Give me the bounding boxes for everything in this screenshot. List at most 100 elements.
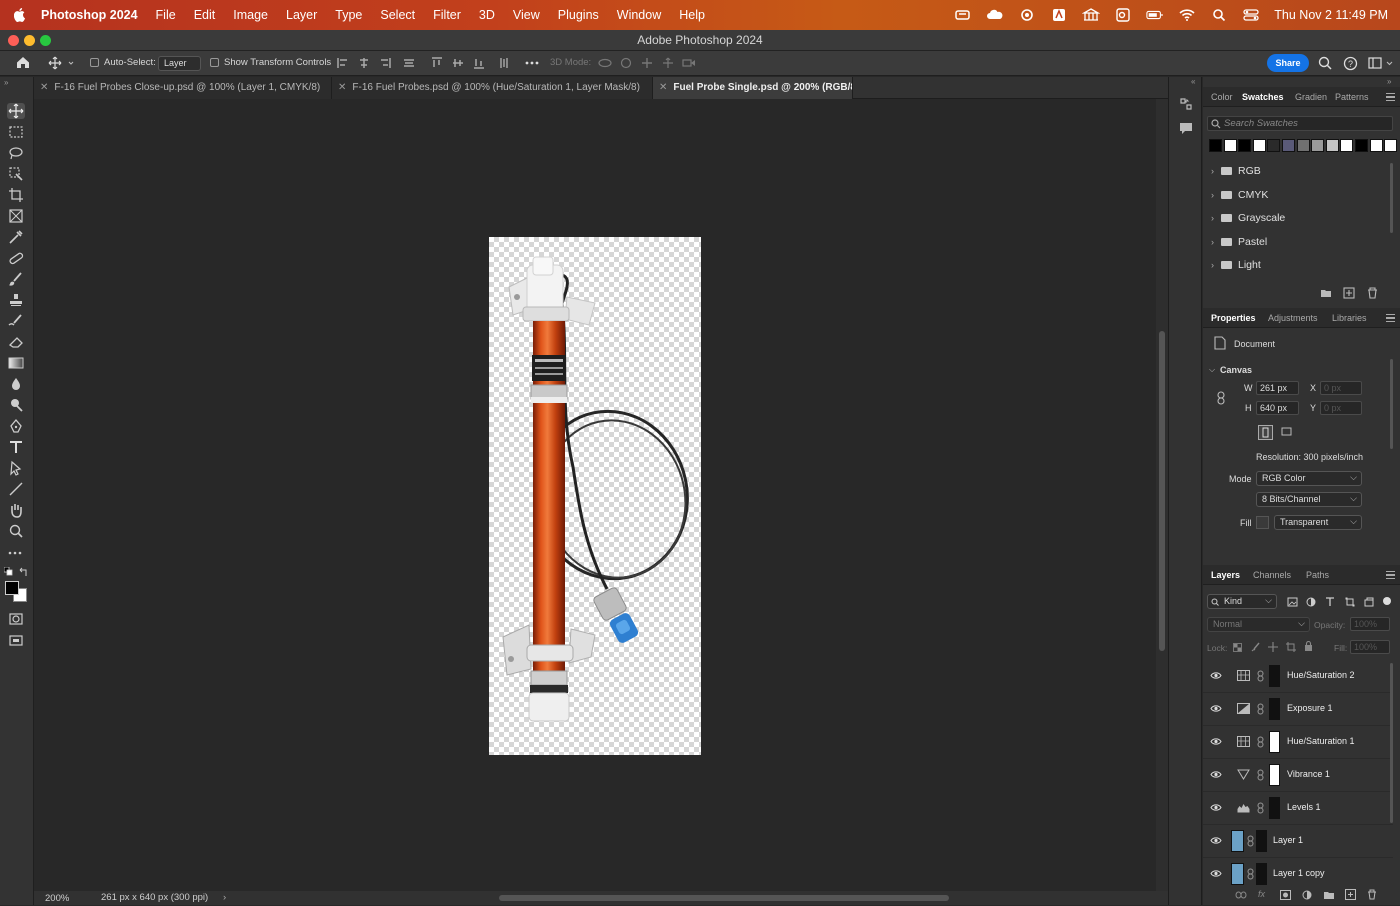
tab-color[interactable]: Color xyxy=(1211,87,1233,107)
collapse-toolbar-icon[interactable]: » xyxy=(4,78,8,87)
layer-thumbnail[interactable] xyxy=(1231,863,1244,885)
layer-name[interactable]: Layer 1 copy xyxy=(1273,868,1325,878)
close-tab-icon[interactable]: ✕ xyxy=(40,82,48,93)
canvas-y-input[interactable]: 0 px xyxy=(1320,401,1362,415)
align-top-icon[interactable] xyxy=(431,57,443,69)
history-panel-icon[interactable] xyxy=(1179,97,1193,111)
color-mode-dropdown[interactable]: RGB Color xyxy=(1256,471,1362,486)
swatch-folder-grayscale[interactable]: › Grayscale xyxy=(1203,207,1388,230)
fill-opacity-input[interactable]: 100% xyxy=(1350,640,1390,654)
layer-mask-thumbnail[interactable] xyxy=(1256,830,1267,852)
canvas-x-input[interactable]: 0 px xyxy=(1320,381,1362,395)
gradient-tool-icon[interactable] xyxy=(7,355,25,371)
new-layer-icon[interactable] xyxy=(1345,889,1356,900)
portrait-orientation-button[interactable] xyxy=(1258,425,1273,440)
fill-dropdown[interactable]: Transparent xyxy=(1274,515,1362,530)
menu-image[interactable]: Image xyxy=(224,8,277,22)
lock-position-icon[interactable] xyxy=(1268,642,1278,652)
layer-mask-thumbnail[interactable] xyxy=(1269,698,1280,720)
swatch-folder-rgb[interactable]: › RGB xyxy=(1203,160,1388,183)
screen-mode-icon[interactable] xyxy=(7,633,25,649)
layer-mask-thumbnail[interactable] xyxy=(1269,665,1280,687)
auto-select-checkbox[interactable] xyxy=(90,58,99,67)
lock-transparent-icon[interactable] xyxy=(1233,643,1242,652)
lock-artboard-icon[interactable] xyxy=(1286,642,1296,652)
3d-slide-icon[interactable] xyxy=(662,57,674,69)
swap-colors-icon[interactable] xyxy=(19,567,28,576)
menu-view[interactable]: View xyxy=(504,8,549,22)
blur-tool-icon[interactable] xyxy=(7,376,25,392)
collapse-panels-icon[interactable]: » xyxy=(1387,77,1391,86)
line-tool-icon[interactable] xyxy=(7,481,25,497)
layer-name[interactable]: Exposure 1 xyxy=(1287,703,1333,713)
auto-select-dropdown[interactable]: Layer xyxy=(158,56,201,71)
edit-toolbar-icon[interactable] xyxy=(7,545,25,561)
color-swatch[interactable] xyxy=(1340,139,1354,152)
filter-type-icon[interactable] xyxy=(1325,596,1335,607)
canvas-height-input[interactable]: 640 px xyxy=(1256,401,1299,415)
zoom-window-button[interactable] xyxy=(40,35,51,46)
color-swatch[interactable] xyxy=(1252,139,1266,152)
horizontal-scrollbar[interactable] xyxy=(499,895,949,901)
mask-link-icon[interactable] xyxy=(1257,703,1264,715)
align-bottom-icon[interactable] xyxy=(473,57,485,69)
menu-edit[interactable]: Edit xyxy=(185,8,225,22)
search-icon[interactable] xyxy=(1318,56,1332,70)
align-right-icon[interactable] xyxy=(379,57,391,69)
brush-tool-icon[interactable] xyxy=(7,271,25,287)
close-tab-icon[interactable]: ✕ xyxy=(338,82,346,93)
layer-row[interactable]: Layer 1 xyxy=(1203,825,1393,858)
layer-mask-thumbnail[interactable] xyxy=(1269,797,1280,819)
document-tab[interactable]: ✕ F-16 Fuel Probes Close-up.psd @ 100% (L… xyxy=(34,77,332,99)
cc-sync-icon[interactable] xyxy=(1018,8,1036,22)
more-options-icon[interactable] xyxy=(525,57,539,69)
adobe-acrobat-icon[interactable] xyxy=(1050,8,1068,22)
swatch-folder-cmyk[interactable]: › CMYK xyxy=(1203,184,1388,207)
quick-mask-icon[interactable] xyxy=(7,611,25,627)
swatch-folder-pastel[interactable]: › Pastel xyxy=(1203,231,1388,254)
layer-name[interactable]: Vibrance 1 xyxy=(1287,769,1330,779)
mask-link-icon[interactable] xyxy=(1247,835,1254,847)
mask-link-icon[interactable] xyxy=(1257,802,1264,814)
frame-tool-icon[interactable] xyxy=(7,208,25,224)
align-horizontal-center-icon[interactable] xyxy=(358,57,370,69)
tab-gradients[interactable]: Gradien xyxy=(1295,87,1327,107)
filter-adjustment-icon[interactable] xyxy=(1306,597,1316,607)
color-swatch[interactable] xyxy=(1282,139,1295,152)
delete-swatch-icon[interactable] xyxy=(1367,287,1378,299)
menu-type[interactable]: Type xyxy=(326,8,371,22)
tab-patterns[interactable]: Patterns xyxy=(1335,87,1369,107)
path-selection-tool-icon[interactable] xyxy=(7,460,25,476)
layer-mask-thumbnail[interactable] xyxy=(1269,764,1280,786)
layers-scrollbar[interactable] xyxy=(1390,663,1393,823)
delete-layer-icon[interactable] xyxy=(1367,889,1377,900)
filter-pixel-icon[interactable] xyxy=(1287,597,1298,607)
color-swatch[interactable] xyxy=(1325,139,1339,152)
layer-name[interactable]: Hue/Saturation 2 xyxy=(1287,670,1355,680)
canvas-section-chevron-icon[interactable]: ⌵ xyxy=(1209,365,1215,375)
layer-name[interactable]: Layer 1 xyxy=(1273,835,1303,845)
link-dimensions-icon[interactable] xyxy=(1217,391,1225,405)
swatches-search-field[interactable]: Search Swatches xyxy=(1207,116,1393,131)
menu-3d[interactable]: 3D xyxy=(470,8,504,22)
wifi-icon[interactable] xyxy=(1178,8,1196,22)
tab-libraries[interactable]: Libraries xyxy=(1332,308,1367,328)
tab-properties[interactable]: Properties xyxy=(1211,308,1256,328)
menubar-clock[interactable]: Thu Nov 2 11:49 PM xyxy=(1274,8,1388,22)
lock-all-icon[interactable] xyxy=(1304,641,1313,651)
swatches-panel-menu-icon[interactable] xyxy=(1386,93,1395,101)
distribute-horizontal-icon[interactable] xyxy=(403,57,415,69)
creative-cloud-icon[interactable] xyxy=(986,8,1004,22)
swatch-folder-light[interactable]: › Light xyxy=(1203,254,1388,277)
layer-thumbnail[interactable] xyxy=(1231,830,1244,852)
tab-swatches[interactable]: Swatches xyxy=(1242,87,1284,107)
bartender-icon[interactable] xyxy=(954,8,972,22)
zoom-level-field[interactable]: 200% xyxy=(45,892,69,906)
visibility-eye-icon[interactable] xyxy=(1210,770,1222,779)
color-swatch[interactable] xyxy=(1223,139,1237,152)
filter-shape-icon[interactable] xyxy=(1345,597,1355,607)
canvas-width-input[interactable]: 261 px xyxy=(1256,381,1299,395)
mask-link-icon[interactable] xyxy=(1257,736,1264,748)
color-swatch[interactable] xyxy=(1311,139,1325,152)
default-colors-icon[interactable] xyxy=(4,567,13,576)
